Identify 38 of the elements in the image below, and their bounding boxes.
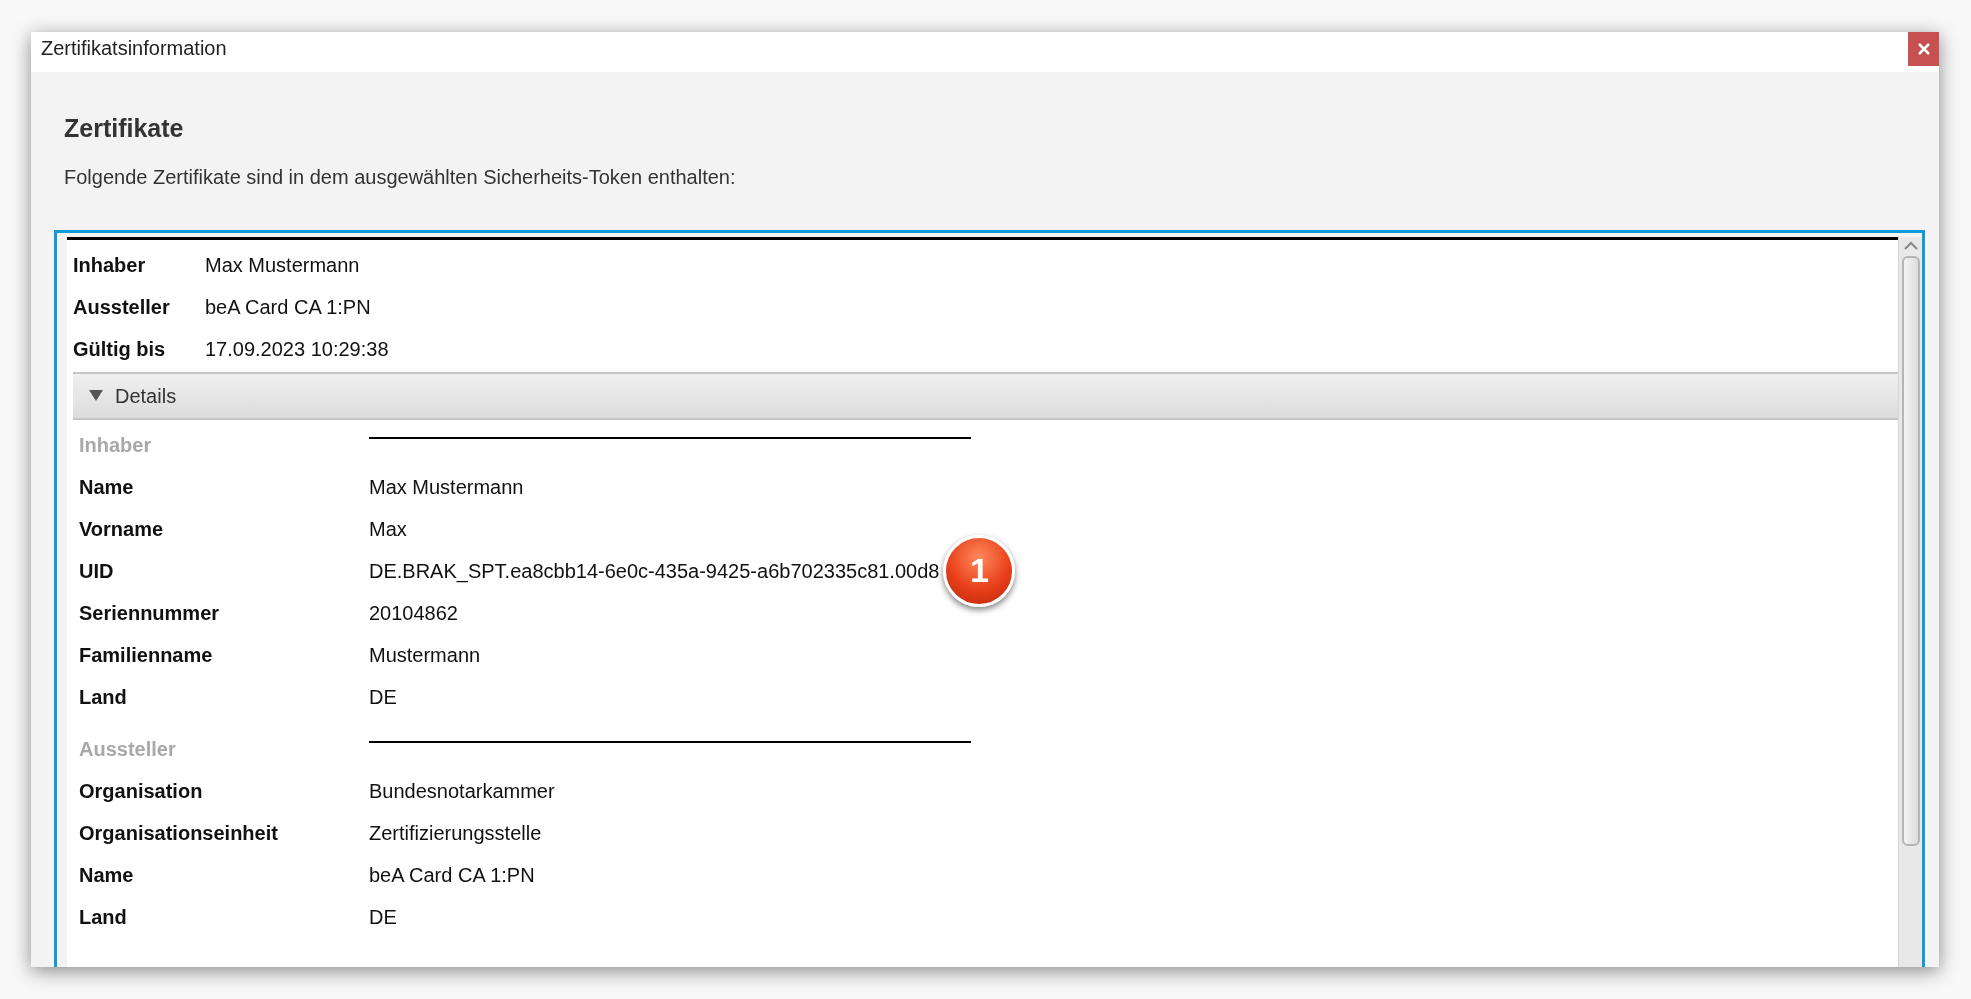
- field-value: DE.BRAK_SPT.ea8cbb14-6e0c-435a-9425-a6b702335c81.00d8: [369, 558, 940, 585]
- scroll-up-icon[interactable]: [1902, 240, 1919, 251]
- field-value: beA Card CA 1:PN: [205, 294, 371, 320]
- field-label: UID: [79, 558, 115, 584]
- field-label: Land: [79, 684, 128, 710]
- field-value: 20104862: [369, 600, 458, 626]
- details-header[interactable]: Details: [73, 371, 1898, 420]
- field-value: DE: [369, 904, 397, 930]
- field-value: Max Mustermann: [205, 252, 360, 278]
- scrollbar[interactable]: [1898, 236, 1922, 967]
- field-value: DE: [369, 684, 397, 710]
- field-value: Max: [369, 516, 407, 542]
- collapse-triangle-icon: [89, 390, 103, 401]
- field-value: Zertifizierungsstelle: [369, 820, 542, 846]
- field-label: Name: [79, 474, 135, 500]
- description-text: Folgende Zertifikate sind in dem ausgewählten Sicherheits-Token enthalten:: [64, 164, 737, 190]
- field-label: Organisation: [79, 778, 204, 804]
- field-label: Familienname: [79, 642, 214, 668]
- field-label: Organisationseinheit: [79, 820, 279, 846]
- field-label: Land: [79, 904, 128, 930]
- section-title: Aussteller: [79, 736, 177, 762]
- field-label: Seriennummer: [79, 600, 221, 626]
- field-value: Mustermann: [369, 642, 481, 668]
- field-value: beA Card CA 1:PN: [369, 862, 535, 888]
- field-label: Name: [79, 862, 135, 888]
- field-value: Bundesnotarkammer: [369, 778, 555, 804]
- close-icon: [1917, 43, 1930, 55]
- close-button[interactable]: [1908, 32, 1939, 66]
- section-heading: Zertifikate: [64, 113, 185, 144]
- field-value: 17.09.2023 10:29:38: [205, 336, 389, 362]
- field-value: Max Mustermann: [369, 474, 524, 500]
- field-label: Aussteller: [73, 294, 171, 320]
- field-label: Gültig bis: [73, 336, 167, 362]
- section-title: Inhaber: [79, 432, 153, 458]
- field-label: Inhaber: [73, 252, 147, 278]
- scrollbar-thumb[interactable]: [1901, 255, 1920, 846]
- field-label: Vorname: [79, 516, 165, 542]
- window-title: Zertifikatsinformation: [40, 36, 227, 61]
